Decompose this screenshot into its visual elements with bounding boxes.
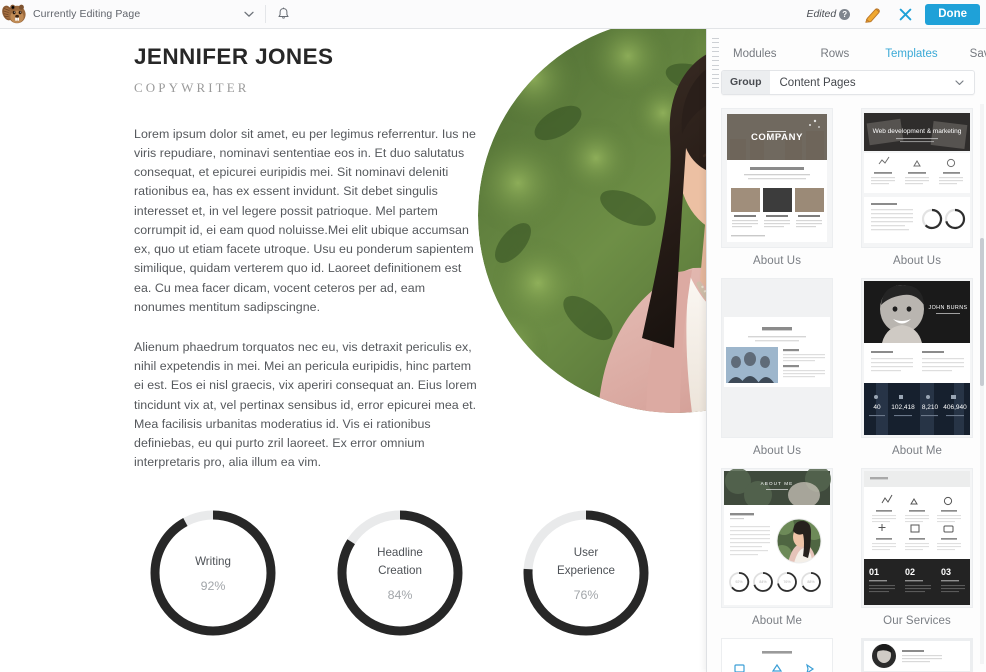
tab-rows[interactable]: Rows bbox=[820, 48, 849, 60]
group-select[interactable]: Content Pages bbox=[770, 77, 975, 89]
template-name: About Me bbox=[891, 445, 943, 457]
group-label: Group bbox=[722, 71, 770, 94]
svg-text:76%: 76% bbox=[783, 580, 791, 584]
svg-text:406,940: 406,940 bbox=[943, 404, 967, 411]
template-thumbnail bbox=[721, 278, 833, 438]
svg-text:88%: 88% bbox=[807, 580, 815, 584]
template-thumbnail: ABOUT ME 92% 84% 76% 88% bbox=[721, 468, 833, 608]
toolbar-divider bbox=[265, 5, 266, 23]
template-card[interactable]: ABOUT ME 92% 84% 76% 88% About Me bbox=[721, 468, 833, 627]
svg-text:03: 03 bbox=[941, 567, 951, 577]
role-subtitle: COPYWRITER bbox=[134, 79, 250, 95]
template-thumbnail bbox=[861, 638, 973, 672]
bio-paragraph-2: Alienum phaedrum torquatos nec eu, vis d… bbox=[134, 339, 477, 470]
tab-saved[interactable]: Saved bbox=[970, 48, 986, 60]
edited-status-label: Edited bbox=[806, 8, 837, 20]
skill-ring-headline-creation: Headline Creation 84% bbox=[335, 508, 465, 638]
tab-templates[interactable]: Templates bbox=[885, 48, 937, 60]
top-toolbar: Currently Editing Page Edited ? Done bbox=[0, 0, 986, 29]
template-thumbnail: JOHN BURNS 40 102,418 8,210 406,940 bbox=[861, 278, 973, 438]
tab-modules[interactable]: Modules bbox=[733, 48, 776, 60]
skill-rings-section: Writing 92% Headline Creation 84% User Exp… bbox=[0, 508, 706, 668]
template-name: About Us bbox=[752, 255, 802, 267]
skill-label: Headline Creation bbox=[377, 546, 423, 577]
palette-icon[interactable] bbox=[862, 3, 884, 25]
panel-tabs: Modules Rows Templates Saved bbox=[721, 40, 986, 68]
currently-editing-label: Currently Editing Page bbox=[33, 8, 141, 20]
template-card[interactable] bbox=[861, 638, 973, 672]
templates-grid: COMPANY About Us Web development & marke… bbox=[707, 100, 986, 672]
template-card[interactable] bbox=[721, 638, 833, 672]
template-card[interactable]: 01 02 03 Our Services bbox=[861, 468, 973, 627]
svg-text:102,418: 102,418 bbox=[891, 404, 915, 411]
toolbar-right-group: Edited ? Done bbox=[806, 0, 986, 28]
template-name: Our Services bbox=[883, 615, 951, 627]
svg-text:02: 02 bbox=[905, 567, 915, 577]
template-name: About Me bbox=[751, 615, 803, 627]
template-name: About Us bbox=[752, 445, 802, 457]
svg-text:ABOUT ME: ABOUT ME bbox=[761, 481, 794, 486]
content-panel: Modules Rows Templates Saved Group Conte… bbox=[706, 26, 986, 672]
svg-text:COMPANY: COMPANY bbox=[751, 132, 803, 143]
close-x-icon[interactable] bbox=[894, 3, 916, 25]
skill-ring-writing: Writing 92% bbox=[148, 508, 278, 638]
template-thumbnail: 01 02 03 bbox=[861, 468, 973, 608]
template-card[interactable]: COMPANY About Us bbox=[721, 108, 833, 267]
group-select-value: Content Pages bbox=[779, 76, 856, 89]
svg-text:84%: 84% bbox=[759, 580, 767, 584]
chevron-down-icon[interactable] bbox=[236, 0, 262, 28]
group-filter-bar: Group Content Pages bbox=[721, 70, 975, 95]
bell-icon[interactable] bbox=[270, 0, 296, 28]
skill-label: User Experience bbox=[556, 546, 615, 577]
svg-text:JOHN BURNS: JOHN BURNS bbox=[928, 305, 967, 311]
bio-text-column: JENNIFER JONES COPYWRITER Lorem ipsum do… bbox=[134, 44, 479, 493]
page-title: JENNIFER JONES bbox=[134, 44, 334, 69]
svg-text:8,210: 8,210 bbox=[922, 404, 939, 411]
chevron-down-icon bbox=[955, 80, 964, 85]
skill-label: Writing bbox=[195, 555, 231, 569]
skill-value: 76% bbox=[573, 587, 599, 602]
svg-text:92%: 92% bbox=[735, 580, 743, 584]
skill-value: 92% bbox=[200, 578, 226, 593]
template-name: About Us bbox=[892, 255, 942, 267]
drag-grip-icon[interactable] bbox=[712, 38, 719, 88]
panel-scrollbar-thumb[interactable] bbox=[980, 238, 984, 386]
question-mark-icon[interactable]: ? bbox=[839, 8, 851, 20]
skill-value: 84% bbox=[387, 587, 413, 602]
svg-text:01: 01 bbox=[869, 567, 879, 577]
done-button[interactable]: Done bbox=[925, 3, 980, 25]
template-card[interactable]: JOHN BURNS 40 102,418 8,210 406,940 Abou… bbox=[861, 278, 973, 457]
svg-text:40: 40 bbox=[873, 404, 881, 411]
template-card[interactable]: Web development & marketing About Us bbox=[861, 108, 973, 267]
svg-text:Web development & marketing: Web development & marketing bbox=[873, 128, 962, 135]
templates-scroll-area[interactable]: COMPANY About Us Web development & marke… bbox=[707, 100, 986, 672]
bio-paragraph-1: Lorem ipsum dolor sit amet, eu per legim… bbox=[134, 126, 476, 314]
template-thumbnail: COMPANY bbox=[721, 108, 833, 248]
template-thumbnail bbox=[721, 638, 833, 672]
skill-ring-user-experience: User Experience 76% bbox=[521, 508, 651, 638]
template-card[interactable]: About Us bbox=[721, 278, 833, 457]
beaver-logo-icon[interactable] bbox=[0, 0, 30, 28]
template-thumbnail: Web development & marketing bbox=[861, 108, 973, 248]
